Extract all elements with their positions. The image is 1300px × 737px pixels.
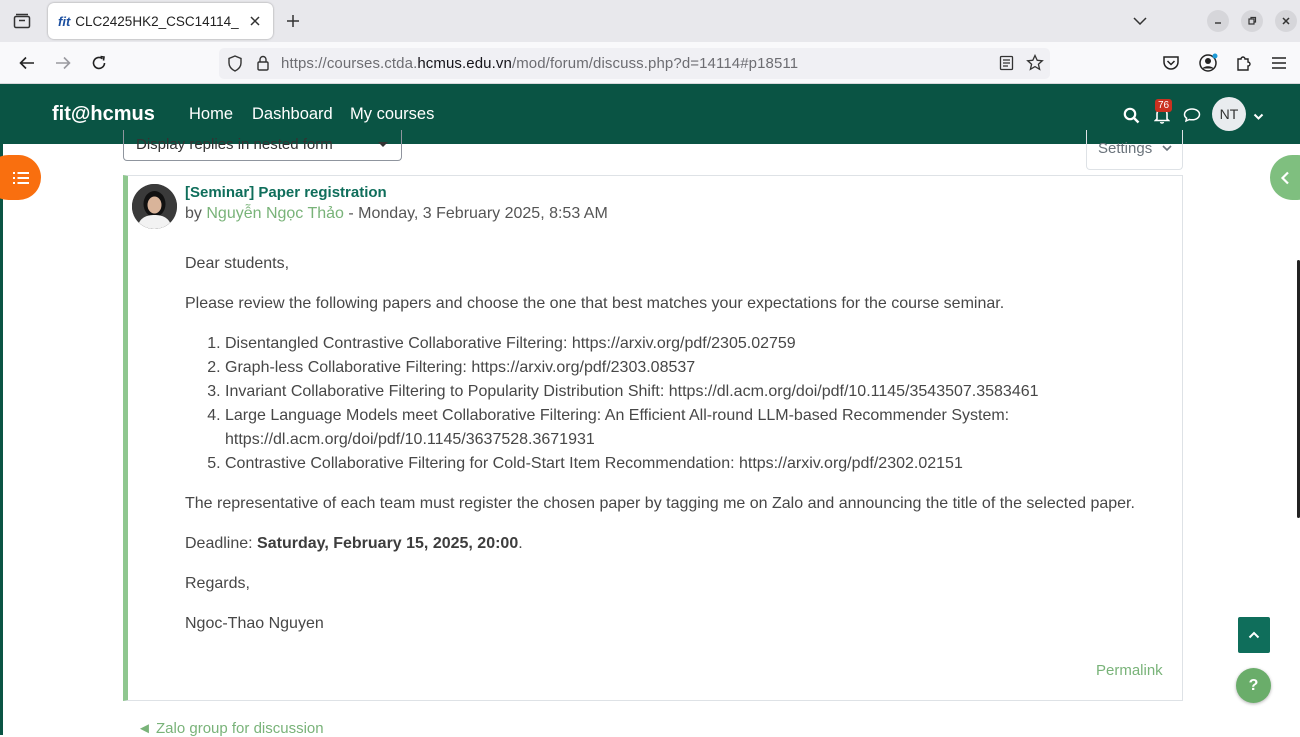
paper-list: Disentangled Contrastive Collaborative F… (225, 332, 1175, 476)
nav-my-courses[interactable]: My courses (350, 105, 434, 124)
tab-list-icon[interactable] (8, 8, 36, 34)
forum-post: [Seminar] Paper registration by Nguyễn N… (123, 175, 1183, 701)
user-avatar[interactable]: NT (1212, 97, 1246, 131)
tab-title: CLC2425HK2_CSC14114_ (75, 13, 239, 29)
paper-item-1: Disentangled Contrastive Collaborative F… (225, 332, 1175, 356)
paper-item-2: Graph-less Collaborative Filtering: http… (225, 356, 1175, 380)
deadline-value: Saturday, February 15, 2025, 20:00 (257, 535, 519, 552)
tracking-protection-shield-icon[interactable] (227, 55, 243, 77)
search-icon[interactable] (1120, 104, 1142, 126)
browser-nav-bar: https://courses.ctda.hcmus.edu.vn/mod/fo… (0, 42, 1300, 84)
paper-item-5: Contrastive Collaborative Filtering for … (225, 452, 1175, 476)
post-subject-link[interactable]: [Seminar] Paper registration (185, 184, 387, 201)
messages-icon[interactable] (1181, 104, 1203, 126)
reader-view-icon[interactable] (999, 55, 1014, 76)
paper-item-4: Large Language Models meet Collaborative… (225, 404, 1175, 452)
author-link[interactable]: Nguyễn Ngọc Thảo (206, 205, 344, 222)
notification-count-badge: 76 (1155, 99, 1173, 112)
site-brand[interactable]: fit@hcmus (52, 103, 155, 126)
minimize-window-icon[interactable] (1207, 10, 1229, 32)
settings-label: Settings (1098, 140, 1153, 157)
close-window-icon[interactable] (1275, 10, 1297, 32)
previous-discussion-link[interactable]: ◄ Zalo group for discussion (137, 720, 324, 737)
chevron-down-icon[interactable] (1253, 108, 1264, 126)
lock-icon[interactable] (256, 55, 270, 76)
site-favicon: fit (58, 13, 71, 29)
chevron-up-icon (1248, 631, 1260, 639)
browser-tab-bar: fit CLC2425HK2_CSC14114_ (0, 0, 1300, 42)
pocket-icon[interactable] (1159, 51, 1183, 75)
extensions-puzzle-icon[interactable] (1232, 51, 1256, 75)
course-index-toggle[interactable] (0, 155, 41, 200)
close-tab-icon[interactable] (246, 12, 264, 30)
nav-home[interactable]: Home (189, 105, 233, 124)
restore-window-icon[interactable] (1241, 10, 1263, 32)
author-avatar[interactable] (132, 184, 177, 229)
post-byline: by Nguyễn Ngọc Thảo - Monday, 3 February… (185, 205, 608, 223)
new-tab-icon[interactable] (281, 9, 305, 33)
intro-paragraph: Please review the following papers and c… (185, 295, 1005, 312)
list-all-tabs-icon[interactable] (1128, 8, 1152, 34)
block-drawer-toggle[interactable] (1270, 155, 1300, 200)
reload-icon[interactable] (87, 51, 111, 75)
url-text[interactable]: https://courses.ctda.hcmus.edu.vn/mod/fo… (281, 55, 798, 72)
browser-tab[interactable]: fit CLC2425HK2_CSC14114_ (48, 3, 273, 39)
help-button[interactable]: ? (1236, 668, 1271, 703)
chevron-left-icon (1280, 171, 1289, 184)
back-arrow-icon[interactable] (15, 51, 39, 75)
list-icon (13, 171, 29, 184)
nav-dashboard[interactable]: Dashboard (252, 105, 333, 124)
account-icon[interactable] (1196, 51, 1220, 75)
instruction-paragraph: The representative of each team must reg… (185, 495, 1135, 512)
deadline-paragraph: Deadline: Saturday, February 15, 2025, 2… (185, 535, 523, 552)
bookmark-star-icon[interactable] (1026, 53, 1044, 77)
regards: Regards, (185, 575, 250, 592)
hamburger-menu-icon[interactable] (1267, 51, 1291, 75)
display-mode-select[interactable]: Display replies in nested form (123, 130, 402, 161)
chevron-down-icon (1162, 145, 1172, 152)
display-mode-value: Display replies in nested form (136, 136, 333, 153)
by-label: by (185, 205, 202, 222)
post-content: Dear students, Please review the followi… (185, 252, 1175, 652)
forward-arrow-icon[interactable] (51, 51, 75, 75)
address-bar[interactable]: https://courses.ctda.hcmus.edu.vn/mod/fo… (219, 48, 1050, 79)
settings-dropdown-button[interactable]: Settings (1086, 130, 1183, 170)
permalink-link[interactable]: Permalink (1096, 662, 1163, 679)
signature: Ngoc-Thao Nguyen (185, 615, 324, 632)
back-to-top-button[interactable] (1238, 617, 1270, 653)
post-date: - Monday, 3 February 2025, 8:53 AM (348, 205, 608, 222)
paper-item-3: Invariant Collaborative Filtering to Pop… (225, 380, 1175, 404)
greeting: Dear students, (185, 255, 290, 272)
select-caret-icon (378, 142, 388, 147)
